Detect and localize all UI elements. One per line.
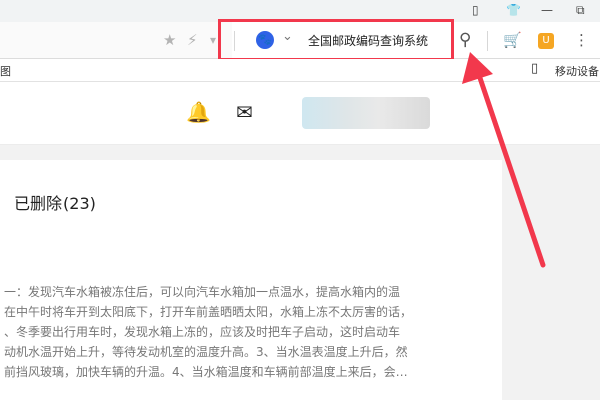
arrow-head <box>462 52 493 84</box>
annotation-arrow <box>462 52 546 268</box>
arrow-shaft <box>475 69 546 268</box>
